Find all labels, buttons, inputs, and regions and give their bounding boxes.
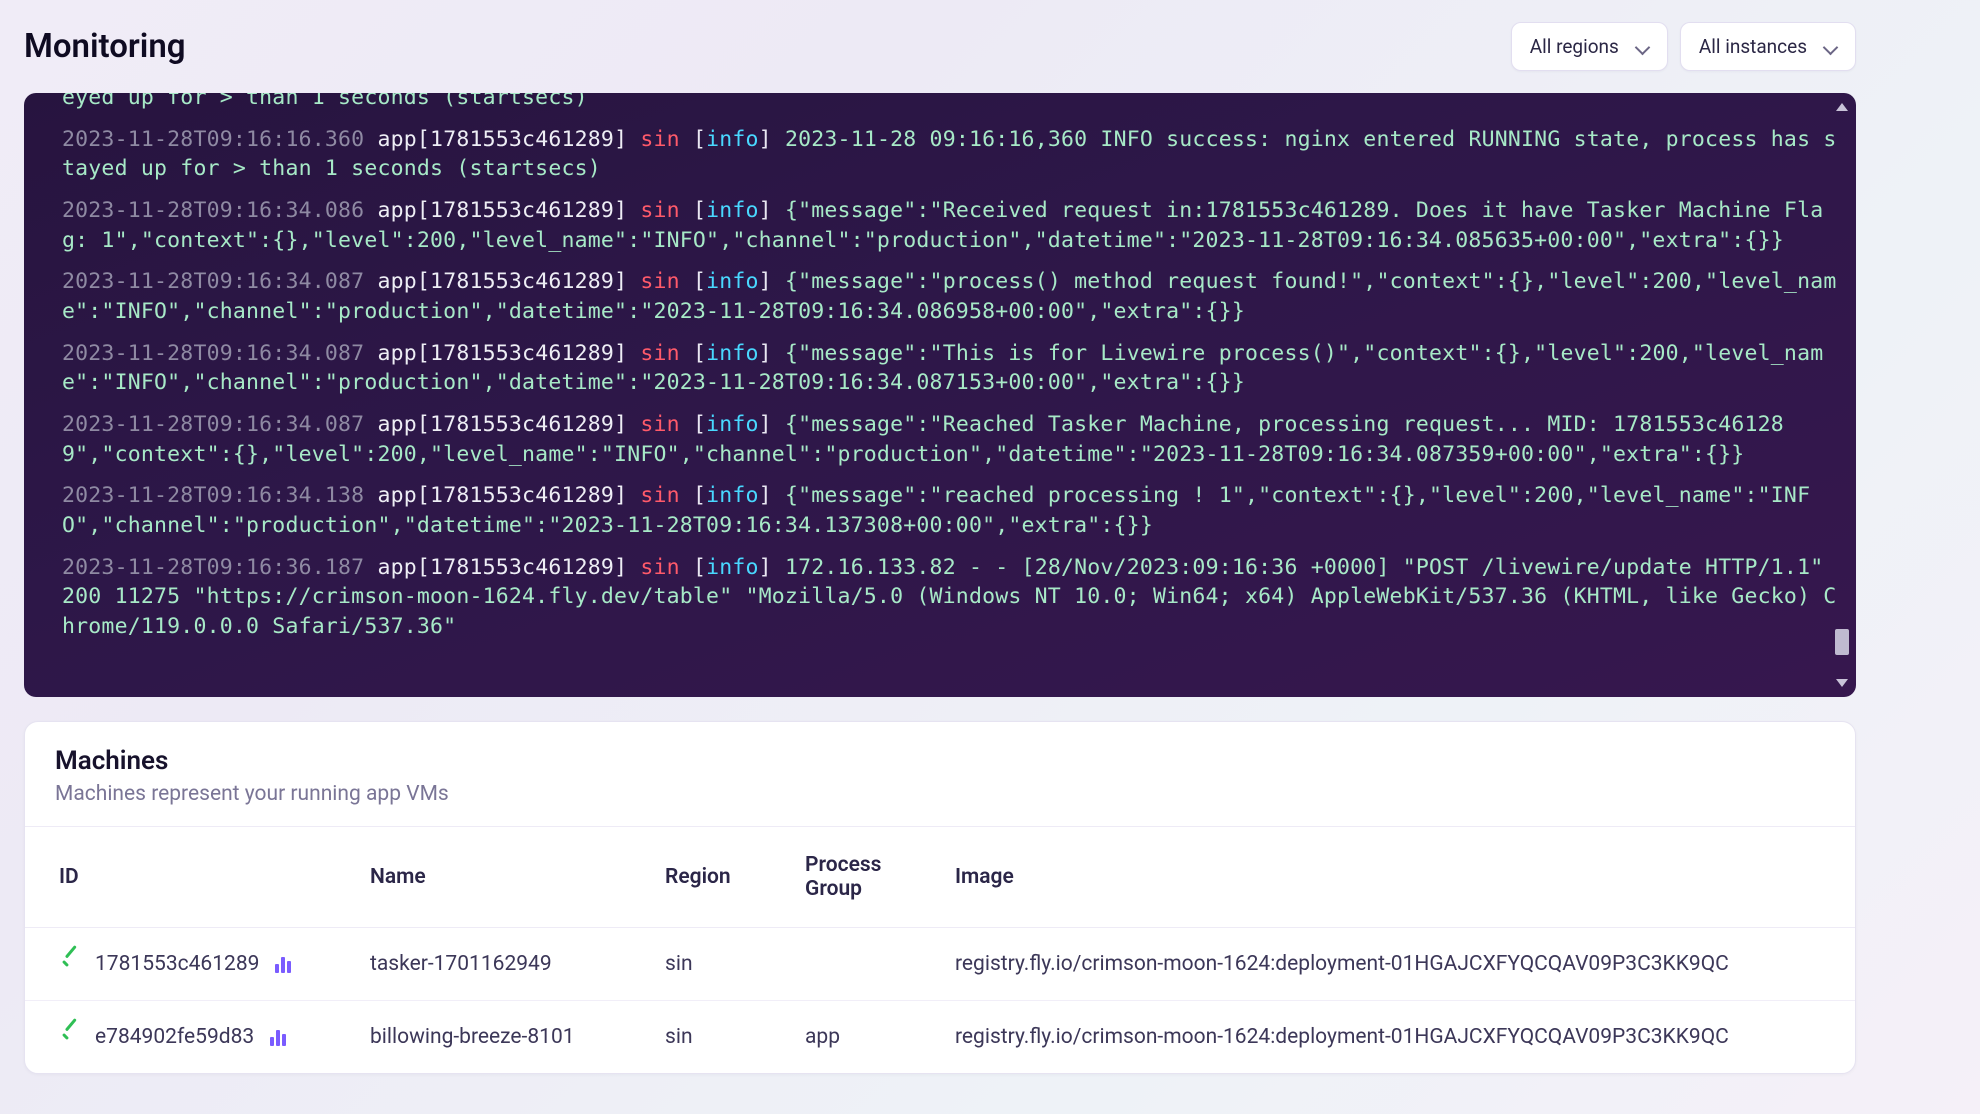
log-region: sin <box>640 198 679 223</box>
machine-id[interactable]: 1781553c461289 <box>95 952 259 976</box>
log-line: 2023-11-28T09:16:34.086 app[1781553c4612… <box>62 196 1838 255</box>
log-line: 2023-11-28T09:16:34.138 app[1781553c4612… <box>62 481 1838 540</box>
log-region: sin <box>640 341 679 366</box>
table-row[interactable]: e784902fe59d83 billowing-breeze-8101sinap… <box>25 1001 1855 1074</box>
log-level: info <box>706 412 759 437</box>
machine-process-group: app <box>785 1001 935 1074</box>
log-app: app[1781553c461289] <box>364 412 640 437</box>
col-name-header[interactable]: Name <box>350 827 645 928</box>
log-app: app[1781553c461289] <box>364 269 640 294</box>
scroll-down-arrow-icon[interactable] <box>1836 679 1848 687</box>
log-region: sin <box>640 483 679 508</box>
machines-title: Machines <box>55 746 1825 776</box>
log-app: app[1781553c461289] <box>364 198 640 223</box>
log-timestamp: 2023-11-28T09:16:34.087 <box>62 269 364 294</box>
metrics-icon[interactable] <box>275 955 291 973</box>
machine-region: sin <box>645 1001 785 1074</box>
col-id-header[interactable]: ID <box>25 827 350 928</box>
col-region-header[interactable]: Region <box>645 827 785 928</box>
log-level: info <box>706 269 759 294</box>
status-ok-icon <box>59 953 81 975</box>
log-app: app[1781553c461289] <box>364 341 640 366</box>
filter-bar: All regions All instances <box>1511 22 1856 71</box>
machine-region: sin <box>645 928 785 1001</box>
log-app: app[1781553c461289] <box>364 127 640 152</box>
log-line: 2023-11-28T09:16:34.087 app[1781553c4612… <box>62 410 1838 469</box>
scroll-up-arrow-icon[interactable] <box>1836 103 1848 111</box>
instances-filter-label: All instances <box>1699 35 1807 58</box>
machine-image: registry.fly.io/crimson-moon-1624:deploy… <box>935 928 1855 1001</box>
log-message: eyed up for > than 1 seconds (startsecs) <box>62 93 588 110</box>
log-timestamp: 2023-11-28T09:16:34.138 <box>62 483 364 508</box>
machine-process-group <box>785 928 935 1001</box>
status-ok-icon <box>59 1026 81 1048</box>
log-line: 2023-11-28T09:16:34.087 app[1781553c4612… <box>62 267 1838 326</box>
log-timestamp: 2023-11-28T09:16:34.086 <box>62 198 364 223</box>
region-filter-label: All regions <box>1530 35 1619 58</box>
table-row[interactable]: 1781553c461289 tasker-1701162949sin regist… <box>25 928 1855 1001</box>
log-region: sin <box>640 555 679 580</box>
log-region: sin <box>640 127 679 152</box>
chevron-down-icon <box>1823 40 1837 54</box>
log-output[interactable]: eyed up for > than 1 seconds (startsecs)… <box>24 93 1856 697</box>
log-line: 2023-11-28T09:16:16.360 app[1781553c4612… <box>62 125 1838 184</box>
log-level: info <box>706 198 759 223</box>
log-timestamp: 2023-11-28T09:16:16.360 <box>62 127 364 152</box>
machines-card: Machines Machines represent your running… <box>24 721 1856 1074</box>
log-app: app[1781553c461289] <box>364 483 640 508</box>
log-timestamp: 2023-11-28T09:16:36.187 <box>62 555 364 580</box>
log-timestamp: 2023-11-28T09:16:34.087 <box>62 412 364 437</box>
col-image-header[interactable]: Image <box>935 827 1855 928</box>
log-timestamp: 2023-11-28T09:16:34.087 <box>62 341 364 366</box>
log-line: 2023-11-28T09:16:36.187 app[1781553c4612… <box>62 553 1838 642</box>
scroll-thumb[interactable] <box>1835 629 1849 655</box>
machines-table: ID Name Region Process Group Image 17815… <box>25 826 1855 1073</box>
metrics-icon[interactable] <box>270 1028 286 1046</box>
machine-id[interactable]: e784902fe59d83 <box>95 1025 254 1049</box>
log-line: eyed up for > than 1 seconds (startsecs) <box>62 93 1838 113</box>
machine-image: registry.fly.io/crimson-moon-1624:deploy… <box>935 1001 1855 1074</box>
log-level: info <box>706 127 759 152</box>
instances-filter-dropdown[interactable]: All instances <box>1680 22 1856 71</box>
region-filter-dropdown[interactable]: All regions <box>1511 22 1668 71</box>
log-line: 2023-11-28T09:16:34.087 app[1781553c4612… <box>62 339 1838 398</box>
log-level: info <box>706 555 759 580</box>
log-app: app[1781553c461289] <box>364 555 640 580</box>
machine-name: billowing-breeze-8101 <box>350 1001 645 1074</box>
chevron-down-icon <box>1635 40 1649 54</box>
col-process-group-header[interactable]: Process Group <box>785 827 935 928</box>
page-title: Monitoring <box>24 27 186 66</box>
log-level: info <box>706 483 759 508</box>
log-console: eyed up for > than 1 seconds (startsecs)… <box>24 93 1856 697</box>
log-scrollbar[interactable] <box>1832 103 1852 687</box>
log-level: info <box>706 341 759 366</box>
log-region: sin <box>640 412 679 437</box>
log-region: sin <box>640 269 679 294</box>
machine-name: tasker-1701162949 <box>350 928 645 1001</box>
machines-subtitle: Machines represent your running app VMs <box>55 782 1825 806</box>
